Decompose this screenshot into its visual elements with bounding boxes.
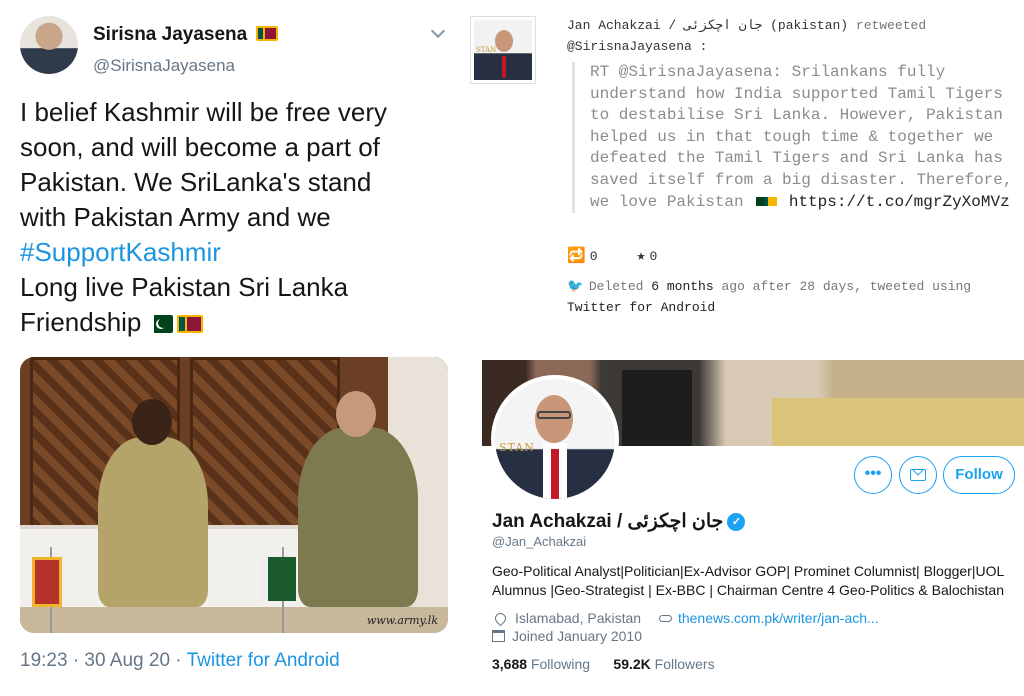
profile-website[interactable]: thenews.com.pk/writer/jan-ach... [658, 610, 879, 626]
profile-joined-row: Joined January 2010 [492, 628, 642, 644]
sri-lanka-flag-icon [765, 196, 778, 206]
location-pin-icon [492, 610, 509, 627]
original-handle[interactable]: @SirisnaJayasena : [567, 39, 707, 54]
retweeter-avatar[interactable]: STAN [470, 16, 536, 84]
retweet-body: RT @SirisnaJayasena: Srilankans fully un… [572, 62, 1017, 214]
archived-retweet: STAN Jan Achakzai / جان اچکزئی (pakistan… [462, 0, 1024, 352]
followers-count[interactable]: 59.2K [613, 656, 650, 672]
tweet-line: with Pakistan Army and we [20, 202, 331, 232]
avatar-tie [551, 449, 559, 499]
officer-right-head [336, 391, 376, 437]
tweet-line: Pakistan. We SriLanka's stand [20, 167, 372, 197]
author-name[interactable]: Sirisna Jayasena [93, 24, 247, 45]
author-avatar[interactable] [20, 16, 78, 74]
retweet-count: 0 [589, 249, 598, 264]
star-icon: ★ [636, 248, 646, 265]
profile-card: STAN ••• Follow Jan Achakzai / جان اچکزئ… [482, 360, 1024, 696]
profile-name: Jan Achakzai / جان اچکزئی [492, 511, 724, 532]
tweet-line: soon, and will become a part of [20, 132, 380, 162]
deleted-detail: ago after 28 days, tweeted using [721, 279, 972, 294]
website-text[interactable]: thenews.com.pk/writer/jan-ach... [678, 610, 879, 626]
more-options-button[interactable]: ••• [854, 456, 892, 494]
avatar-text: STAN [476, 46, 497, 54]
retweeter-country: (pakistan) [770, 18, 849, 33]
officer-left-head [132, 399, 172, 445]
avatar-glasses [537, 411, 571, 419]
avatar-face [535, 395, 573, 443]
tweet-text: I belief Kashmir will be free very soon,… [20, 95, 450, 340]
calendar-icon [492, 630, 505, 642]
banner-figure [622, 370, 692, 446]
tweet-line-last: Friendship [20, 305, 450, 340]
following-count[interactable]: 3,688 [492, 656, 527, 672]
officer-right [298, 427, 418, 607]
retweet-line: RT @SirisnaJayasena: Srilankans fully [590, 63, 946, 81]
followers-link[interactable]: 59.2K Followers [613, 656, 714, 672]
like-count: 0 [649, 249, 658, 264]
tweet-timestamp[interactable]: 19:23 · 30 Aug 20 · [20, 650, 187, 671]
author-handle[interactable]: @SirisnaJayasena [93, 56, 235, 76]
retweet-stats: 🔁 0 ★ 0 [567, 246, 657, 265]
tweet-card: Sirisna Jayasena @SirisnaJayasena I beli… [0, 0, 462, 696]
retweet-line: helped us in that tough time & together … [590, 127, 994, 146]
pakistan-flag-icon [753, 196, 766, 206]
verified-badge-icon: ✓ [727, 513, 746, 531]
retweet-line: defeated the Tamil Tigers and Sri Lanka … [590, 149, 1003, 168]
pakistan-flag [260, 557, 296, 601]
profile-handle: @Jan_Achakzai [492, 534, 587, 549]
retweet-header: Jan Achakzai / جان اچکزئی (pakistan) ret… [567, 18, 926, 33]
tweet-line: I belief Kashmir will be free very [20, 97, 388, 127]
retweet-line: to destabilise Sri Lanka. However, Pakis… [590, 106, 1003, 125]
deleted-age: 6 months [651, 279, 714, 294]
more-icon: ••• [864, 465, 882, 482]
pakistan-flag-icon [147, 315, 174, 333]
following-link[interactable]: 3,688 Following [492, 656, 590, 672]
retweeter-name[interactable]: Jan Achakzai / جان اچکزئی [567, 18, 762, 33]
sri-lanka-flag-icon [177, 315, 204, 333]
profile-location: Islamabad, Pakistan [515, 610, 642, 626]
retweet-link[interactable]: https://t.co/mgrZyXoMVz [789, 193, 1010, 211]
profile-location-row: Islamabad, Pakistan thenews.com.pk/write… [492, 610, 879, 627]
retweet-line-last: we love Pakistan https://t.co/mgrZyXoMVz [590, 192, 1017, 214]
retweet-line-text: we love Pakistan [590, 192, 744, 211]
profile-name-row: Jan Achakzai / جان اچکزئی ✓ [492, 510, 746, 533]
banner-table [772, 398, 1024, 446]
bio-line: Geo-Political Analyst|Politician|Ex-Advi… [492, 563, 1005, 579]
bird-icon: 🐦 [567, 279, 584, 294]
link-icon [658, 615, 672, 622]
profile-bio: Geo-Political Analyst|Politician|Ex-Advi… [492, 562, 1017, 600]
tweet-source-link[interactable]: Twitter for Android [187, 650, 340, 671]
image-watermark: www.army.lk [366, 614, 438, 627]
retweet-icon: 🔁 [567, 248, 586, 265]
tweet-photo[interactable]: www.army.lk [20, 357, 448, 633]
avatar-photo: STAN [474, 20, 532, 80]
profile-joined: Joined January 2010 [512, 628, 642, 644]
retweeted-label: retweeted [855, 18, 927, 33]
tweet-meta: 19:23 · 30 Aug 20 · Twitter for Android [20, 650, 340, 672]
officer-left [98, 437, 208, 607]
deleted-label: Deleted [588, 279, 644, 294]
profile-stats: 3,688 Following 59.2K Followers [492, 656, 715, 672]
deleted-info: 🐦 Deleted 6 months ago after 28 days, tw… [567, 276, 1019, 318]
tweet-line: Long live Pakistan Sri Lanka [20, 272, 349, 302]
sri-lanka-flag-icon [255, 26, 278, 41]
profile-avatar[interactable]: STAN [491, 375, 619, 503]
followers-label[interactable]: Followers [655, 656, 715, 672]
mail-icon [910, 469, 926, 481]
following-label[interactable]: Following [531, 656, 590, 672]
tweet-line-text: Friendship [20, 307, 142, 337]
chevron-down-icon[interactable] [430, 23, 446, 39]
deleted-client: Twitter for Android [567, 300, 716, 315]
retweet-line: understand how India supported Tamil Tig… [590, 84, 1003, 103]
retweet-line: saved itself from a big disaster. Theref… [590, 170, 1013, 189]
bio-line: Alumnus |Geo-Strategist | Ex-BBC | Chair… [492, 582, 1005, 598]
message-button[interactable] [899, 456, 937, 494]
sri-lanka-flag [32, 557, 62, 607]
avatar-text: STAN [499, 441, 535, 454]
author-name-row[interactable]: Sirisna Jayasena [93, 24, 278, 46]
follow-button[interactable]: Follow [943, 456, 1015, 494]
hashtag-link[interactable]: #SupportKashmir [20, 235, 450, 270]
